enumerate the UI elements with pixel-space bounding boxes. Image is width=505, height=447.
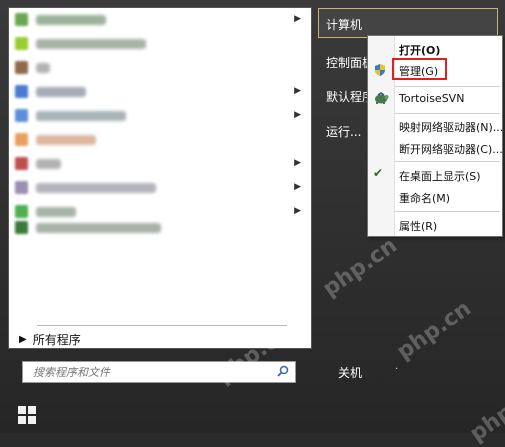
ctx-separator (395, 86, 500, 87)
program-label-blurred (36, 86, 86, 97)
control-panel-link[interactable]: 控制面板 (326, 54, 368, 71)
program-label-blurred (36, 38, 146, 49)
shield-icon (373, 63, 387, 80)
program-label-blurred (36, 134, 96, 145)
program-item[interactable]: ▶ (9, 104, 311, 127)
program-item[interactable]: ▶ (9, 176, 311, 199)
program-label-blurred (36, 110, 126, 121)
submenu-arrow-icon: ▶ (294, 182, 301, 192)
start-menu: ▶ ▶ ▶ ▶ ▶ ▶ ▶ 所有程序 搜索程序和文件 计算机 控制面 默认程 运… (0, 0, 505, 447)
tortoisesvn-icon (373, 91, 389, 108)
submenu-arrow-icon: ▶ (294, 158, 301, 168)
program-icon (15, 181, 28, 194)
program-icon (15, 133, 28, 146)
program-item[interactable]: ▶ (9, 152, 311, 175)
ctx-open[interactable]: 打开(O) (399, 42, 440, 58)
program-label-blurred (36, 182, 156, 193)
ctx-tortoisesvn[interactable]: TortoiseSVN (399, 92, 464, 105)
program-item[interactable] (9, 56, 311, 79)
program-icon (15, 61, 28, 74)
ctx-separator (395, 113, 500, 114)
program-label-blurred (36, 14, 106, 25)
program-label-blurred (36, 206, 76, 217)
ctx-disconnect-network-drive[interactable]: 断开网络驱动器(C)... (399, 141, 503, 157)
program-item[interactable] (9, 32, 311, 55)
program-label-blurred (36, 222, 161, 233)
shutdown-button[interactable]: 关机 (338, 364, 362, 381)
program-item[interactable]: ▶ (9, 8, 311, 31)
program-icon (15, 13, 28, 26)
submenu-arrow-icon: ▶ (294, 86, 301, 96)
ctx-rename[interactable]: 重命名(M) (399, 190, 450, 206)
program-item[interactable]: ▶ (9, 80, 311, 103)
all-programs-label: 所有程序 (32, 333, 81, 347)
ctx-manage[interactable]: 管理(G) (399, 63, 438, 79)
windows-logo-icon (18, 406, 36, 424)
all-programs-button[interactable]: ▶ 所有程序 (19, 331, 81, 348)
submenu-arrow-icon: ▶ (294, 206, 301, 216)
program-item[interactable] (9, 128, 311, 151)
program-label-blurred (36, 158, 61, 169)
program-list-separator (37, 325, 287, 326)
context-menu: 打开(O) 管理(G) TortoiseSVN 映射网络驱动器(N)... 断开… (367, 35, 503, 237)
watermark: php.cn (392, 296, 476, 365)
watermark: php.cn (318, 233, 402, 302)
program-icon (15, 37, 28, 50)
program-list-pane: ▶ ▶ ▶ ▶ ▶ ▶ ▶ 所有程序 (8, 7, 312, 349)
start-button[interactable] (16, 404, 38, 426)
program-item[interactable] (9, 216, 311, 239)
search-icon[interactable] (277, 365, 295, 380)
program-icon (15, 85, 28, 98)
program-icon (15, 221, 28, 234)
checkmark-icon: ✔ (373, 166, 384, 180)
ctx-properties[interactable]: 属性(R) (399, 218, 437, 234)
ctx-separator (395, 211, 500, 212)
ctx-show-on-desktop[interactable]: 在桌面上显示(S) (399, 168, 481, 184)
ctx-map-network-drive[interactable]: 映射网络驱动器(N)... (399, 119, 503, 135)
program-label-blurred (36, 62, 50, 73)
program-icon (15, 109, 28, 122)
submenu-arrow-icon: ▶ (294, 14, 301, 24)
shutdown-options-arrow[interactable]: · (395, 364, 398, 375)
watermark: php.cn (465, 378, 505, 447)
play-arrow-icon: ▶ (19, 334, 27, 345)
ctx-separator (395, 161, 500, 162)
run-link[interactable]: 运行... (326, 123, 361, 140)
submenu-arrow-icon: ▶ (294, 110, 301, 120)
computer-link[interactable]: 计算机 (326, 16, 362, 33)
program-icon (15, 157, 28, 170)
default-programs-link[interactable]: 默认程序 (326, 88, 368, 105)
